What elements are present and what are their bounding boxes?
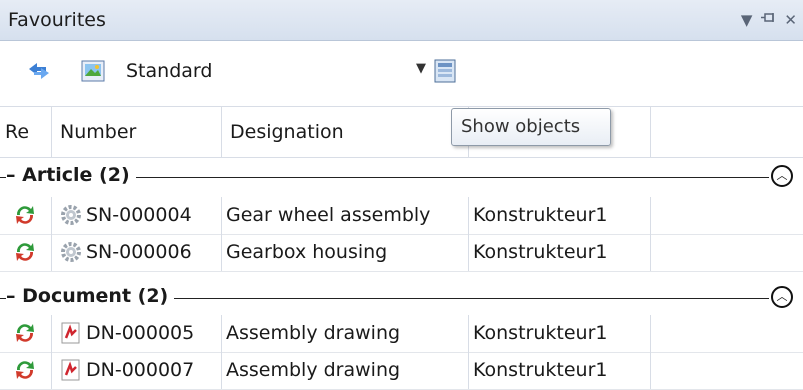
group-label: – Article (2) [6,164,136,186]
designation-cell: Gear wheel assembly [222,197,469,234]
sync-status-icon [16,243,34,261]
number-cell: SN-000004 [52,197,222,234]
gear-icon [61,205,81,225]
view-select[interactable]: Standard ▼ [126,55,426,87]
column-header-number[interactable]: Number [52,107,222,157]
designation-cell: Assembly drawing [222,315,469,352]
table-row[interactable]: DN-000007 Assembly drawing Konstrukteur1 [0,352,803,390]
number-cell: DN-000005 [52,315,222,352]
toolbar: Standard ▼ [0,41,803,105]
close-icon[interactable]: ✕ [784,11,797,29]
image-icon[interactable] [80,58,106,84]
sync-status-icon [16,324,34,342]
created-by-cell: Konstrukteur1 [469,352,651,389]
chevron-down-icon[interactable]: ▼ [416,61,426,76]
panel-controls: ▼ ✕ [741,11,797,29]
table-row[interactable]: SN-000006 Gearbox housing Konstrukteur1 [0,234,803,272]
collapse-icon[interactable]: ︿ [771,286,793,308]
group-header-document[interactable]: – Document (2) ︿ [0,278,803,318]
pdf-document-icon [61,322,80,344]
created-by-cell: Konstrukteur1 [469,197,651,234]
panel-title: Favourites [8,9,106,31]
number-text: DN-000007 [86,359,195,381]
sync-status-icon [16,361,34,379]
show-objects-tooltip: Show objects [451,108,611,146]
column-header-designation[interactable]: Designation [222,107,469,157]
collapse-icon[interactable]: ︿ [771,165,793,187]
status-cell [0,315,52,352]
created-by-cell: Konstrukteur1 [469,234,651,271]
designation-cell: Gearbox housing [222,234,469,271]
pin-icon[interactable] [760,11,776,29]
number-text: DN-000005 [86,322,195,344]
status-cell [0,197,52,234]
view-select-value: Standard [126,60,213,82]
refresh-icon[interactable] [26,58,52,84]
gear-icon [61,242,81,262]
column-header: Re Number Designation [0,106,803,158]
show-objects-icon[interactable] [432,58,458,84]
created-by-cell: Konstrukteur1 [469,315,651,352]
table-row[interactable]: SN-000004 Gear wheel assembly Konstrukte… [0,197,803,235]
number-cell: DN-000007 [52,352,222,389]
number-text: SN-000004 [86,204,192,226]
status-cell [0,352,52,389]
number-cell: SN-000006 [52,234,222,271]
table-row[interactable]: DN-000005 Assembly drawing Konstrukteur1 [0,315,803,353]
designation-cell: Assembly drawing [222,352,469,389]
panel-title-bar: Favourites ▼ ✕ [0,0,803,41]
group-label: – Document (2) [6,285,175,307]
number-text: SN-000006 [86,241,192,263]
pdf-document-icon [61,359,80,381]
sync-status-icon [16,206,34,224]
dropdown-arrow-icon[interactable]: ▼ [741,11,753,29]
column-header-re[interactable]: Re [0,107,52,157]
group-header-article[interactable]: – Article (2) ︿ [0,157,803,197]
status-cell [0,234,52,271]
